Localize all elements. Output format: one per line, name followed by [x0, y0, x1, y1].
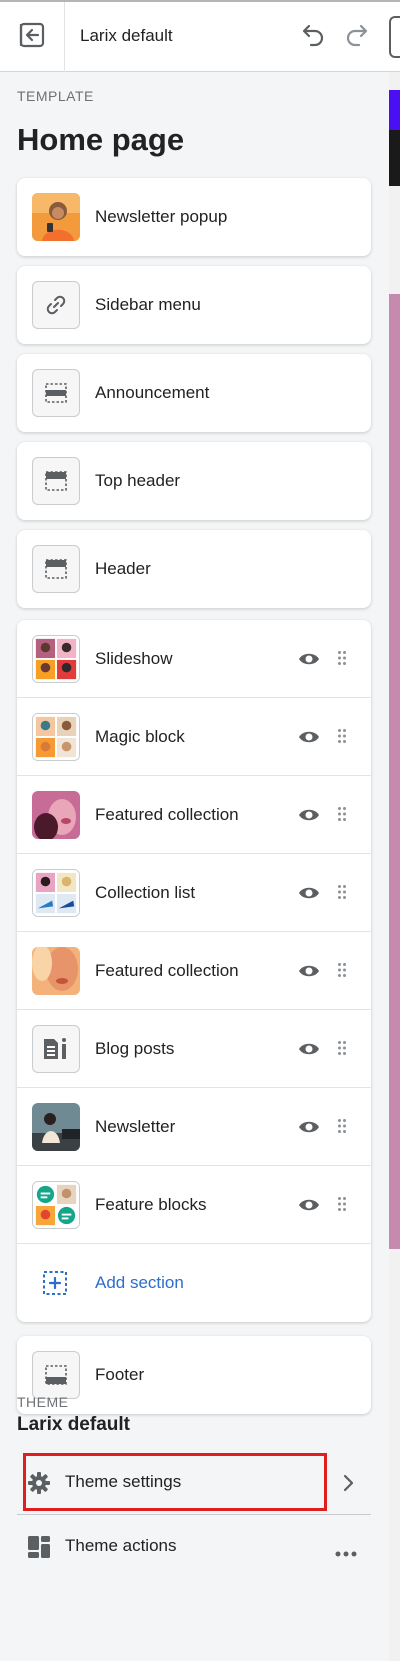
eye-icon[interactable] — [298, 961, 320, 986]
theme-actions-label: Theme actions — [65, 1536, 177, 1555]
eye-icon[interactable] — [298, 883, 320, 908]
preview-slideshow-area — [389, 294, 400, 1249]
eye-icon[interactable] — [298, 727, 320, 752]
section-newsletter-popup[interactable]: Newsletter popup — [17, 178, 371, 256]
exit-button[interactable] — [0, 2, 65, 72]
header-icon — [32, 457, 80, 505]
magic-block-thumbnail — [32, 713, 80, 761]
section-top-header[interactable]: Top header — [17, 442, 371, 520]
preview-header-bar — [389, 130, 400, 186]
drag-handle-icon[interactable] — [337, 1196, 347, 1217]
add-section-button[interactable]: Add section — [17, 1244, 371, 1322]
drag-handle-icon[interactable] — [337, 962, 347, 983]
newsletter-thumbnail — [32, 1103, 80, 1151]
redo-icon[interactable] — [344, 22, 372, 55]
section-feature-blocks[interactable]: Feature blocks — [17, 1166, 371, 1244]
feature-blocks-thumbnail — [32, 1181, 80, 1229]
chevron-right-icon — [342, 1473, 356, 1498]
featured-collection-thumbnail — [32, 791, 80, 839]
section-label: Top header — [95, 471, 181, 490]
template-sections-list: Slideshow Magic block Featured collectio… — [17, 620, 371, 1322]
theme-title: Larix default — [80, 26, 173, 45]
preview-announcement-bar — [389, 90, 400, 130]
drag-handle-icon[interactable] — [337, 1118, 347, 1139]
section-label: Collection list — [95, 883, 196, 902]
section-label: Magic block — [95, 727, 185, 746]
header-icon — [32, 545, 80, 593]
section-label: Featured collection — [95, 805, 239, 824]
section-label: Feature blocks — [95, 1195, 207, 1214]
preview-frame-edge — [389, 72, 400, 1661]
exit-icon — [19, 22, 45, 53]
theme-actions-icon — [27, 1535, 51, 1564]
collection-list-thumbnail — [32, 869, 80, 917]
section-label: Newsletter popup — [95, 207, 228, 226]
section-announcement[interactable]: Announcement — [17, 354, 371, 432]
theme-name: Larix default — [17, 1414, 130, 1435]
section-label: Header — [95, 559, 151, 578]
undo-icon[interactable] — [298, 22, 326, 55]
template-eyebrow: TEMPLATE — [17, 88, 94, 104]
more-actions-icon[interactable] — [335, 1544, 357, 1562]
theme-actions-button[interactable]: Theme actions — [17, 1515, 371, 1579]
eye-icon[interactable] — [298, 1117, 320, 1142]
eye-icon[interactable] — [298, 1195, 320, 1220]
section-magic-block[interactable]: Magic block — [17, 698, 371, 776]
theme-settings-button[interactable]: Theme settings — [17, 1451, 371, 1515]
section-label: Sidebar menu — [95, 295, 201, 314]
section-featured-collection[interactable]: Featured collection — [17, 776, 371, 854]
section-label: Announcement — [95, 383, 210, 402]
page-title: Home page — [17, 122, 185, 157]
newsletter-popup-thumbnail — [32, 193, 80, 241]
featured-collection-thumbnail — [32, 947, 80, 995]
eye-icon[interactable] — [298, 649, 320, 674]
section-label: Newsletter — [95, 1117, 176, 1136]
section-label: Footer — [95, 1365, 145, 1384]
section-slideshow[interactable]: Slideshow — [17, 620, 371, 698]
drag-handle-icon[interactable] — [337, 806, 347, 827]
section-collection-list[interactable]: Collection list — [17, 854, 371, 932]
add-section-icon — [41, 1269, 69, 1302]
section-label: Slideshow — [95, 649, 173, 668]
announcement-bar-icon — [32, 369, 80, 417]
add-section-label: Add section — [95, 1273, 184, 1292]
slideshow-thumbnail — [32, 635, 80, 683]
drag-handle-icon[interactable] — [337, 650, 347, 671]
eye-icon[interactable] — [298, 1039, 320, 1064]
theme-settings-label: Theme settings — [65, 1472, 182, 1491]
section-newsletter[interactable]: Newsletter — [17, 1088, 371, 1166]
footer-icon — [32, 1351, 80, 1399]
section-label: Blog posts — [95, 1039, 175, 1058]
gear-icon — [27, 1471, 51, 1500]
save-button-edge[interactable] — [389, 16, 400, 58]
drag-handle-icon[interactable] — [337, 728, 347, 749]
drag-handle-icon[interactable] — [337, 884, 347, 905]
theme-eyebrow: THEME — [17, 1394, 69, 1410]
top-bar: Larix default — [0, 0, 400, 72]
section-label: Featured collection — [95, 961, 239, 980]
drag-handle-icon[interactable] — [337, 1040, 347, 1061]
section-footer[interactable]: Footer — [17, 1336, 371, 1414]
section-featured-collection[interactable]: Featured collection — [17, 932, 371, 1010]
section-sidebar-menu[interactable]: Sidebar menu — [17, 266, 371, 344]
section-header[interactable]: Header — [17, 530, 371, 608]
blog-icon — [32, 1025, 80, 1073]
section-blog-posts[interactable]: Blog posts — [17, 1010, 371, 1088]
link-icon — [32, 281, 80, 329]
eye-icon[interactable] — [298, 805, 320, 830]
